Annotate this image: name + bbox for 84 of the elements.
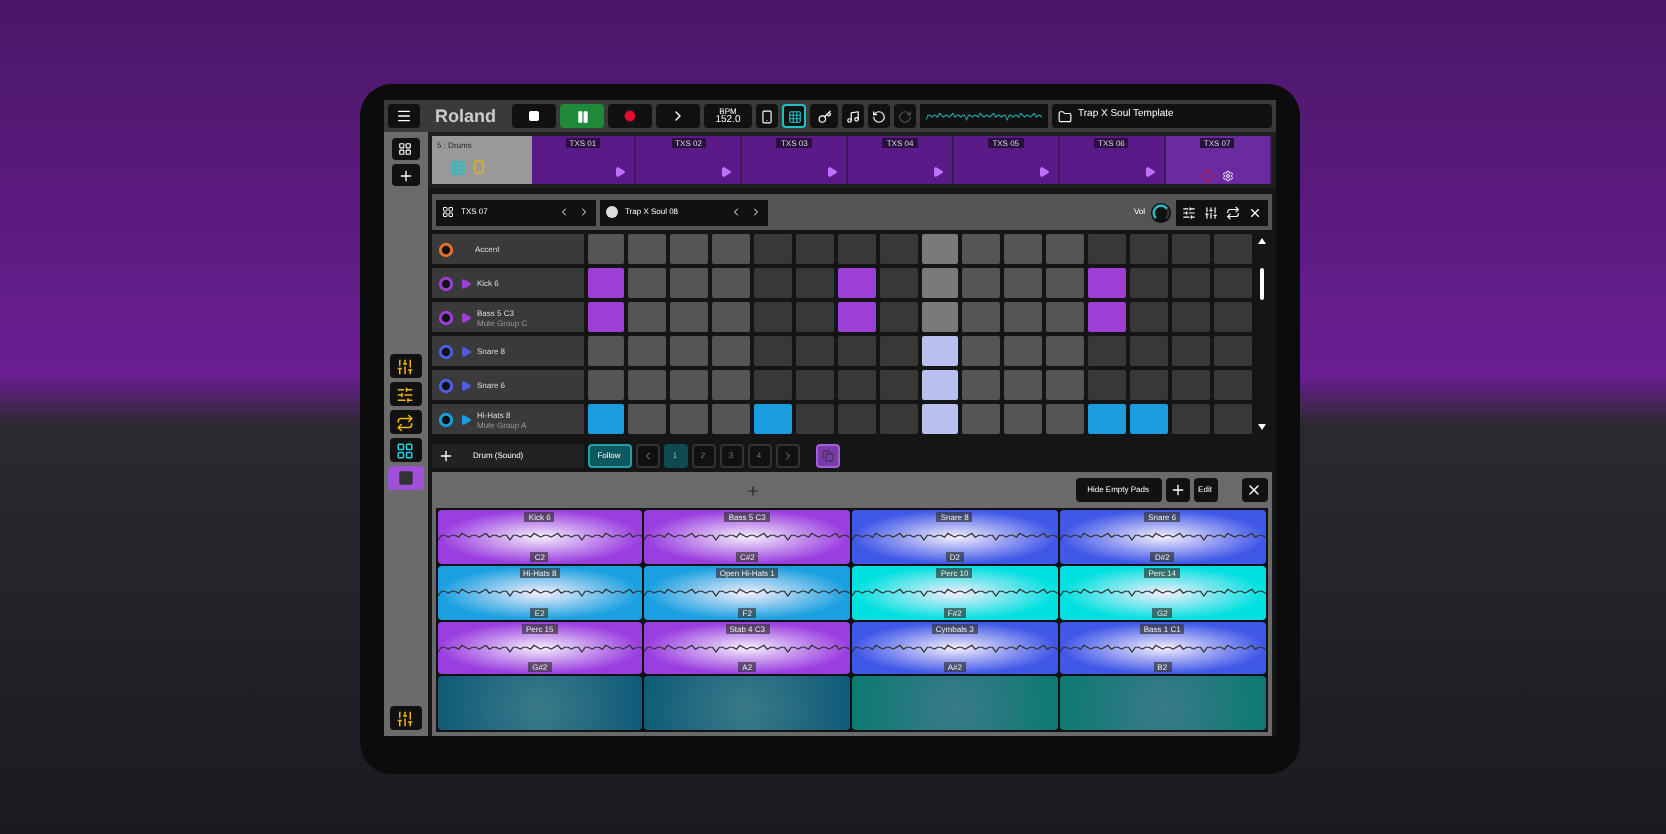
- copy-icon: [821, 449, 833, 461]
- close-icon: [1246, 482, 1262, 498]
- sliders-icon: [396, 709, 414, 727]
- close-icon: [1247, 205, 1261, 219]
- tool-button[interactable]: [389, 438, 421, 462]
- play-icon: [931, 166, 944, 178]
- sliders-icon: [396, 385, 414, 403]
- play-icon: [459, 311, 471, 323]
- play-icon: [1143, 166, 1156, 178]
- step-pad[interactable]: [921, 336, 959, 366]
- next-page-button[interactable]: [775, 443, 799, 467]
- device-icon: [471, 158, 485, 176]
- plus-icon: [437, 447, 453, 463]
- play-icon: [459, 413, 471, 425]
- phone-icon: [760, 109, 774, 123]
- clip-icon: [441, 206, 453, 218]
- next-icon: [749, 206, 761, 218]
- record-icon: [624, 110, 636, 122]
- key-button[interactable]: [810, 104, 838, 128]
- play-icon: [614, 166, 627, 178]
- undo-button[interactable]: [868, 104, 890, 128]
- play-icon: [459, 277, 471, 289]
- step-pad[interactable]: [921, 302, 959, 332]
- step-pad[interactable]: [587, 404, 625, 434]
- stop-button[interactable]: [512, 104, 556, 128]
- add-pad-button[interactable]: [1165, 478, 1189, 502]
- play-icon: [459, 345, 471, 357]
- redo-icon: [898, 109, 912, 123]
- kit-icon: [605, 206, 617, 218]
- tool-button[interactable]: [389, 382, 421, 406]
- grid-icon: [787, 109, 801, 123]
- plus-icon: [1169, 482, 1185, 498]
- menu-icon: [395, 108, 411, 124]
- tracks-button[interactable]: [391, 138, 419, 160]
- pause-icon: [575, 109, 589, 123]
- step-pad[interactable]: [921, 404, 959, 434]
- logo: Roland: [433, 107, 498, 125]
- volume-knob[interactable]: [1149, 201, 1171, 223]
- plus-icon: [397, 167, 413, 183]
- mixer-icon: [1181, 205, 1195, 219]
- previous-icon: [729, 206, 741, 218]
- scroll-down-icon: [1257, 424, 1265, 430]
- previous-page-button[interactable]: [635, 443, 659, 467]
- phone-button[interactable]: [756, 104, 778, 128]
- key-icon: [817, 109, 831, 123]
- play-icon: [1037, 166, 1050, 178]
- step-pad[interactable]: [921, 370, 959, 400]
- step-pad[interactable]: [921, 234, 959, 264]
- scroll-up-icon: [1257, 238, 1265, 244]
- tool-button[interactable]: [389, 410, 421, 434]
- record-button[interactable]: [608, 104, 652, 128]
- next-icon: [781, 449, 793, 461]
- folder-icon: [1058, 109, 1072, 123]
- step-pad[interactable]: [1129, 404, 1168, 434]
- step-pad[interactable]: [921, 268, 959, 298]
- pause-button[interactable]: [560, 104, 604, 128]
- metronome-button[interactable]: [842, 104, 864, 128]
- previous-icon: [641, 449, 653, 461]
- stop-icon: [528, 110, 540, 122]
- square-icon: [397, 470, 413, 486]
- grid-button[interactable]: [782, 104, 806, 128]
- next-icon: [577, 206, 589, 218]
- copy-button[interactable]: [815, 443, 839, 467]
- grid-icon: [396, 441, 414, 459]
- levels-icon: [1203, 205, 1217, 219]
- play-icon: [720, 166, 733, 178]
- previous-icon: [557, 206, 569, 218]
- play-icon: [459, 379, 471, 391]
- menu-button[interactable]: [387, 104, 419, 128]
- loop-icon: [396, 413, 414, 431]
- count-in-button[interactable]: [656, 104, 700, 128]
- add-button[interactable]: [391, 164, 419, 186]
- envelope-icon: [1225, 205, 1239, 219]
- mixer-button[interactable]: [389, 706, 421, 730]
- close-button[interactable]: [1241, 478, 1267, 502]
- gear-icon: [1221, 170, 1234, 182]
- undo-icon: [872, 109, 886, 123]
- tracks-icon: [398, 142, 412, 156]
- play-icon: [826, 166, 839, 178]
- sliders-icon: [396, 357, 414, 375]
- record-icon: [1201, 170, 1214, 182]
- drag-handle-icon: [746, 483, 761, 497]
- tool-button[interactable]: [389, 354, 421, 378]
- waveform-drawing: [926, 108, 1042, 124]
